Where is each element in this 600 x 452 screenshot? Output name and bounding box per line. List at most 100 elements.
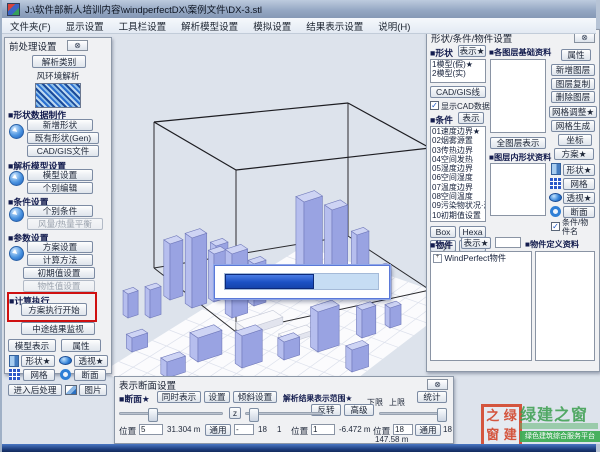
upper-limit-slider[interactable] <box>379 412 447 415</box>
material-property-button[interactable]: 物性值设置 <box>23 280 95 292</box>
close-icon[interactable]: ⊗ <box>427 379 448 390</box>
enter-postprocess-button[interactable]: 进入后处理 <box>8 384 62 396</box>
cad-gis-line-button[interactable]: CAD/GIS线 <box>430 86 486 98</box>
common-apply-button[interactable]: 通用 <box>415 424 441 436</box>
section-panel-title: 表示断面设置 <box>119 378 176 392</box>
scheme-button[interactable]: 方案★ <box>554 148 594 160</box>
condition-listbox[interactable]: 01速度边界★ 02烟雾源置 03传热边界 04空间发热 05湿度边界 06空间… <box>430 126 486 222</box>
z-axis-button[interactable]: z <box>229 407 241 419</box>
set-button[interactable]: 设置 <box>204 391 230 403</box>
grid-adjust-button[interactable]: 网格调整★ <box>549 106 597 118</box>
show-cad-checkbox[interactable] <box>430 101 439 110</box>
shape-item[interactable]: 2模型(实) <box>431 69 485 78</box>
object-tree-box[interactable]: + WindPerfect物件 <box>430 251 532 361</box>
object-filter-field[interactable] <box>495 237 521 248</box>
shape-tool-button[interactable]: 形状★ <box>21 355 55 367</box>
analysis-class-button[interactable]: 解析类别 <box>32 55 86 68</box>
condition-display-button[interactable]: 表示 <box>458 112 484 124</box>
delete-layer-button[interactable]: 删除图层 <box>551 91 595 103</box>
menu-item-simulation[interactable]: 模拟设置 <box>253 19 291 33</box>
existing-shape-button[interactable]: 既有形状(Gen) <box>27 132 99 144</box>
close-icon[interactable]: ⊗ <box>67 40 88 51</box>
flow-heat-balance-button[interactable]: 风量/热量平衡 <box>27 218 103 230</box>
lower-limit-slider[interactable] <box>245 412 323 415</box>
layer-shape-info-box[interactable] <box>490 163 546 216</box>
menu-item-display[interactable]: 显示设置 <box>66 19 104 33</box>
add-layer-button[interactable]: 新增图层 <box>551 64 595 76</box>
perspective-tool-button[interactable]: 透视★ <box>74 355 108 367</box>
arrow-step-icon <box>9 207 24 222</box>
terrain-thumbnail[interactable] <box>35 83 81 108</box>
condition-item[interactable]: 08空间温度 <box>431 192 485 201</box>
model-setting-button[interactable]: 模型设置 <box>27 169 93 181</box>
perspective-tool-button[interactable]: 透视★ <box>563 192 595 204</box>
new-shape-button[interactable]: 新增形状 <box>27 119 93 131</box>
condition-item[interactable]: 09污染物状况·浓 <box>431 201 485 210</box>
image-tool-button[interactable]: 图片 <box>79 384 107 396</box>
menu-item-analysis-model[interactable]: 解析模型设置 <box>181 19 238 33</box>
object-def-box[interactable] <box>535 251 595 361</box>
section-position-field[interactable]: 5 <box>139 424 163 435</box>
tree-item-windperfect[interactable]: + WindPerfect物件 <box>431 252 531 265</box>
run-scheme-button[interactable]: 方案执行开始 <box>21 303 87 316</box>
sync-display-button[interactable]: 同时表示 <box>157 391 201 403</box>
condition-item[interactable]: 10初期值设置 <box>431 211 485 220</box>
attribute-button[interactable]: 属性 <box>61 339 101 352</box>
condition-item[interactable]: 06空间湿度 <box>431 173 485 182</box>
layer-attribute-button[interactable]: 属性 <box>561 49 591 61</box>
slider-thumb[interactable] <box>249 408 259 422</box>
title-bar[interactable]: J:\软件部新人培训内容\windperfectDX\案例文件\DX-3.stl <box>2 0 596 19</box>
condition-item[interactable]: 03传热边界 <box>431 146 485 155</box>
model-display-button[interactable]: 模型表示 <box>8 339 56 352</box>
coordinate-button[interactable]: 坐标 <box>558 134 592 146</box>
tree-item-label: WindPerfect物件 <box>444 253 506 263</box>
menu-item-file[interactable]: 文件夹(F) <box>10 19 51 33</box>
menu-item-result-display[interactable]: 结果表示设置 <box>306 19 363 33</box>
section-position-slider[interactable] <box>119 412 223 415</box>
shape-tool-button[interactable]: 形状★ <box>563 164 595 176</box>
grid-tool-button[interactable]: 网格 <box>23 369 55 381</box>
condition-item[interactable]: 02烟雾源置 <box>431 136 485 145</box>
individual-condition-button[interactable]: 个别条件 <box>27 205 93 217</box>
upper-limit-field[interactable]: 18 <box>393 424 413 435</box>
calc-method-button[interactable]: 计算方法 <box>27 254 93 266</box>
section-tool-button[interactable]: 断面 <box>563 206 595 218</box>
shape-display-button[interactable]: 表示★ <box>458 45 486 57</box>
stats-button[interactable]: 统计 <box>417 391 447 403</box>
grid-generate-button[interactable]: 网格生成 <box>551 120 595 132</box>
midway-result-monitor-button[interactable]: 中途结果监视 <box>21 322 95 335</box>
common-apply-button[interactable]: 通用 <box>205 424 231 436</box>
lower-limit-field[interactable]: 1 <box>311 424 335 435</box>
slider-thumb[interactable] <box>148 408 158 422</box>
all-layer-display-button[interactable]: 全图层表示 <box>490 137 546 149</box>
copy-layer-button[interactable]: 图层复制 <box>551 78 595 90</box>
aux-field[interactable]: - <box>234 424 254 435</box>
tilt-section-button[interactable]: 倾斜设置 <box>233 391 277 403</box>
watermark-sub-bar <box>520 423 598 429</box>
condition-item[interactable]: 07温度边界 <box>431 183 485 192</box>
ellipse-icon <box>549 193 562 202</box>
section-circle-icon <box>60 369 71 380</box>
analysis-type-label: 风环境解析 <box>5 70 111 82</box>
position-label: 位置 <box>291 425 308 437</box>
box-primitive-button[interactable]: Box <box>430 226 456 238</box>
grid-icon <box>9 369 20 380</box>
advanced-button[interactable]: 高级 <box>344 404 374 416</box>
shape-item[interactable]: 1模型(假)★ <box>431 60 485 69</box>
scheme-setting-button[interactable]: 方案设置 <box>27 241 93 253</box>
slider-thumb[interactable] <box>437 408 447 422</box>
condition-item[interactable]: 04空间发热 <box>431 155 485 164</box>
cad-gis-file-button[interactable]: CAD/GIS文件 <box>27 145 99 157</box>
condition-object-name-checkbox[interactable] <box>551 222 560 231</box>
individual-edit-button[interactable]: 个别编辑 <box>27 182 93 194</box>
condition-item[interactable]: 01速度边界★ <box>431 127 485 136</box>
menu-item-toolbar[interactable]: 工具栏设置 <box>119 19 167 33</box>
section-tool-button[interactable]: 断面 <box>74 369 106 381</box>
grid-tool-button[interactable]: 网格 <box>563 178 595 190</box>
shape-listbox[interactable]: 1模型(假)★ 2模型(实) <box>430 59 486 83</box>
tree-expand-icon[interactable]: + <box>433 254 442 263</box>
menu-item-help[interactable]: 说明(H) <box>378 19 410 33</box>
object-display-button[interactable]: 表示★ <box>461 237 491 249</box>
initial-value-button[interactable]: 初期值设置 <box>23 267 95 279</box>
layer-base-info-box[interactable] <box>490 59 546 133</box>
